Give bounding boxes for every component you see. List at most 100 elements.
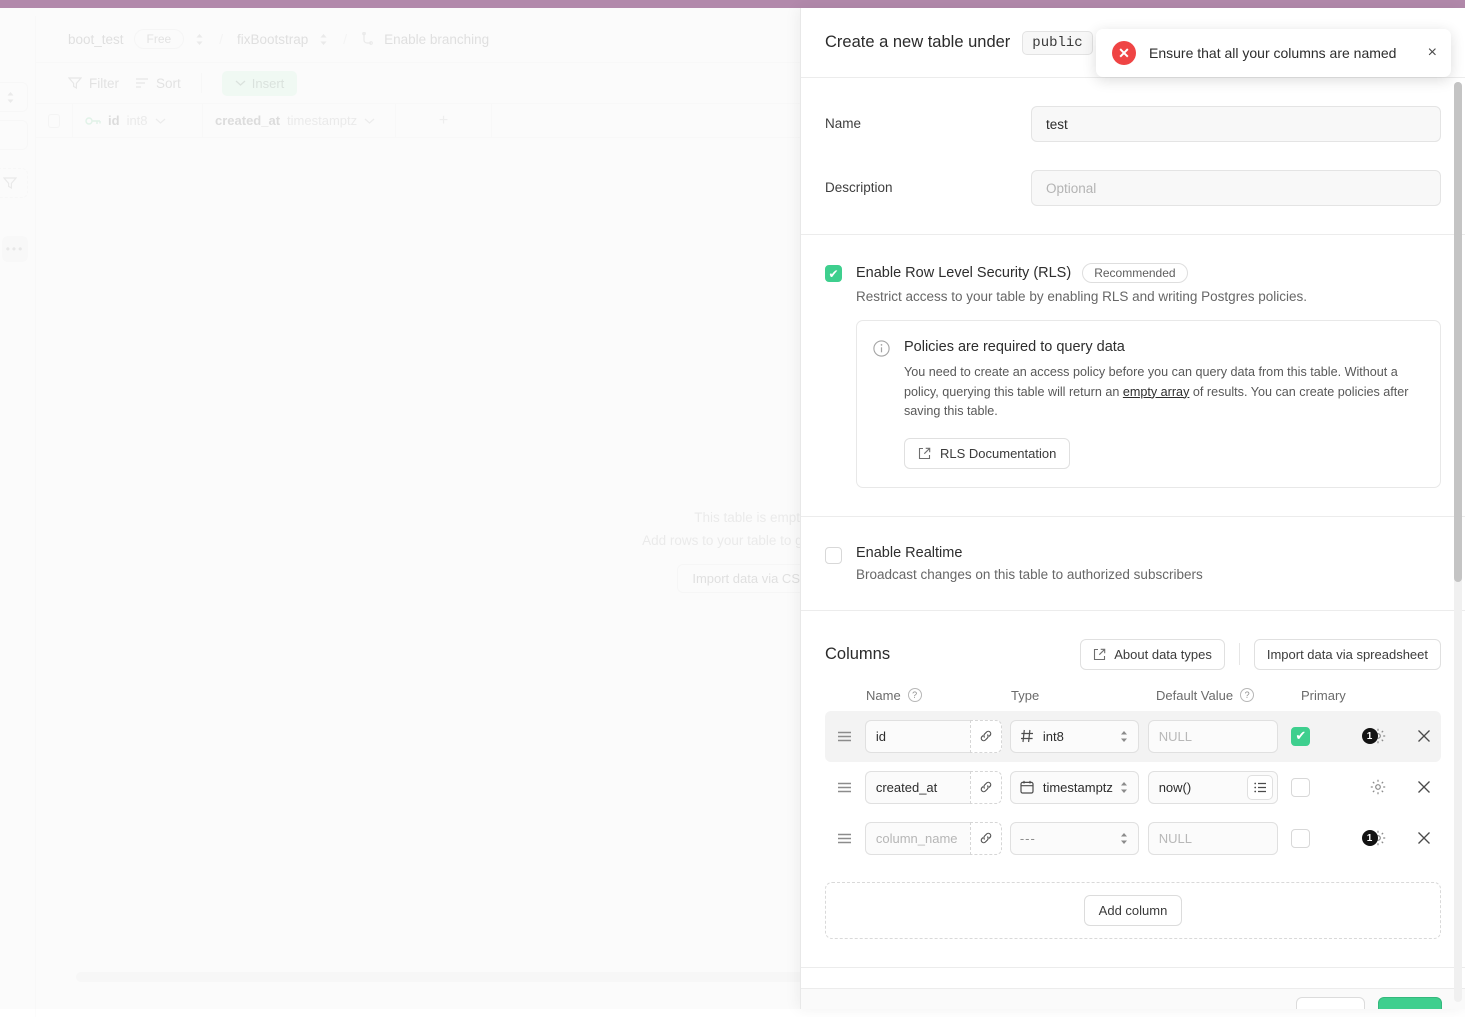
column-name-group <box>865 771 1002 804</box>
drag-handle-icon[interactable] <box>825 731 865 742</box>
description-label: Description <box>825 170 1031 195</box>
select-all-checkbox[interactable] <box>36 104 73 137</box>
panel-footer: Cancel Save <box>801 988 1465 1009</box>
primary-key-checkbox[interactable] <box>1291 778 1310 797</box>
columns-table-headers: Name ? Type Default Value ? Primary <box>825 688 1441 703</box>
settings-count-badge: 1 <box>1362 728 1378 744</box>
filter-icon <box>68 76 82 90</box>
column-type-value: timestamptz <box>1043 780 1129 795</box>
rls-documentation-button[interactable]: RLS Documentation <box>904 438 1070 469</box>
table-row: --- NULL 1 <box>825 813 1441 864</box>
rail-secondary-button[interactable] <box>0 120 28 150</box>
rls-policy-callout: Policies are required to query data You … <box>856 320 1441 488</box>
link-icon[interactable] <box>970 720 1002 753</box>
table-description-input[interactable] <box>1031 170 1441 206</box>
rls-label: Enable Row Level Security (RLS) <box>856 265 1071 281</box>
chevron-down-icon[interactable] <box>364 117 375 125</box>
breadcrumb-branch[interactable]: fixBootstrap <box>237 32 308 47</box>
realtime-section: Enable Realtime Broadcast changes on thi… <box>801 517 1465 611</box>
panel-scrollbar[interactable] <box>1454 82 1462 582</box>
import-spreadsheet-button[interactable]: Import data via spreadsheet <box>1254 639 1441 670</box>
error-toast: ✕ Ensure that all your columns are named… <box>1096 29 1451 77</box>
table-column-created-at[interactable]: created_at timestamptz <box>203 104 396 137</box>
column-type: int8 <box>127 113 148 128</box>
name-field-row: Name <box>825 106 1441 142</box>
remove-column-button[interactable] <box>1406 780 1441 794</box>
column-type-select[interactable]: int8 <box>1010 720 1139 753</box>
drag-handle-icon[interactable] <box>825 782 865 793</box>
about-data-types-button[interactable]: About data types <box>1080 639 1225 670</box>
breadcrumb-project[interactable]: boot_test <box>68 32 124 47</box>
filter-button[interactable]: Filter <box>68 76 119 91</box>
link-icon[interactable] <box>970 822 1002 855</box>
columns-actions: About data types Import data via spreads… <box>1080 639 1441 670</box>
column-default-value[interactable]: NULL <box>1148 822 1279 855</box>
table-row: int8 NULL ✔ 1 <box>825 711 1441 762</box>
table-row: timestamptz now() <box>825 762 1441 813</box>
callout-body: You need to create an access policy befo… <box>904 363 1422 422</box>
chevron-down-icon[interactable] <box>155 117 166 125</box>
rail-selector-button[interactable] <box>0 82 28 112</box>
default-value-placeholder: NULL <box>1159 831 1274 846</box>
table-name-input[interactable] <box>1031 106 1441 142</box>
sort-button[interactable]: Sort <box>135 76 181 91</box>
default-options-icon[interactable] <box>1247 775 1273 800</box>
column-type-select[interactable]: --- <box>1010 822 1139 855</box>
rls-row: ✔ Enable Row Level Security (RLS) Recomm… <box>825 263 1441 488</box>
rail-filter-button[interactable] <box>0 168 28 198</box>
rail-more-button[interactable]: ••• <box>2 236 28 262</box>
save-button[interactable]: Save <box>1378 997 1442 1009</box>
default-value-text: now() <box>1159 780 1248 795</box>
insert-button[interactable]: Insert <box>222 71 298 96</box>
rls-subtitle: Restrict access to your table by enablin… <box>856 289 1441 304</box>
sort-icon <box>135 77 149 89</box>
column-default-value[interactable]: NULL <box>1148 720 1279 753</box>
gear-icon[interactable] <box>1370 779 1386 795</box>
description-field-row: Description <box>825 170 1441 206</box>
close-icon[interactable]: × <box>1428 44 1437 62</box>
link-icon[interactable] <box>970 771 1002 804</box>
column-name-group <box>865 720 1002 753</box>
chevron-updown-icon <box>5 91 16 104</box>
empty-array-link[interactable]: empty array <box>1123 385 1190 399</box>
project-switcher-icon[interactable] <box>194 33 205 46</box>
calendar-icon <box>1020 780 1034 794</box>
remove-column-button[interactable] <box>1406 831 1441 845</box>
table-column-id[interactable]: id int8 <box>73 104 203 137</box>
create-table-panel: Create a new table under public ✕ Ensure… <box>800 8 1465 1009</box>
add-column-dropzone: Add column <box>825 882 1441 939</box>
primary-key-checkbox[interactable] <box>1291 829 1310 848</box>
checkbox-box <box>48 114 60 128</box>
cancel-button[interactable]: Cancel <box>1296 997 1365 1009</box>
primary-key-checkbox[interactable]: ✔ <box>1291 727 1310 746</box>
enable-branching-link[interactable]: Enable branching <box>384 32 489 47</box>
help-icon[interactable]: ? <box>908 688 922 702</box>
add-table-column-button[interactable]: + <box>396 104 492 137</box>
col-header-primary: Primary <box>1301 688 1401 703</box>
enable-rls-checkbox[interactable]: ✔ <box>825 265 842 282</box>
column-name: created_at <box>215 113 280 128</box>
chevron-updown-icon <box>1119 832 1129 845</box>
columns-section: Columns About data types Import data via… <box>801 611 1465 968</box>
recommended-badge: Recommended <box>1082 263 1187 283</box>
drag-handle-icon[interactable] <box>825 833 865 844</box>
toast-message: Ensure that all your columns are named <box>1149 45 1415 61</box>
column-name-input[interactable] <box>865 771 970 804</box>
add-column-button[interactable]: Add column <box>1084 895 1183 926</box>
about-data-types-label: About data types <box>1114 647 1212 662</box>
primary-key-icon <box>85 115 101 127</box>
column-type-select[interactable]: timestamptz <box>1010 771 1139 804</box>
column-settings-cell <box>1356 779 1407 795</box>
enable-realtime-checkbox[interactable] <box>825 547 842 564</box>
primary-cell <box>1287 829 1355 848</box>
column-name-input[interactable] <box>865 720 970 753</box>
chevron-down-icon <box>235 79 246 87</box>
branch-icon <box>361 32 374 46</box>
col-header-name: Name <box>866 688 901 703</box>
help-icon[interactable]: ? <box>1240 688 1254 702</box>
branch-switcher-icon[interactable] <box>318 33 329 46</box>
column-default-value[interactable]: now() <box>1148 771 1279 804</box>
remove-column-button[interactable] <box>1406 729 1441 743</box>
column-name-input[interactable] <box>865 822 970 855</box>
columns-title: Columns <box>825 645 890 664</box>
